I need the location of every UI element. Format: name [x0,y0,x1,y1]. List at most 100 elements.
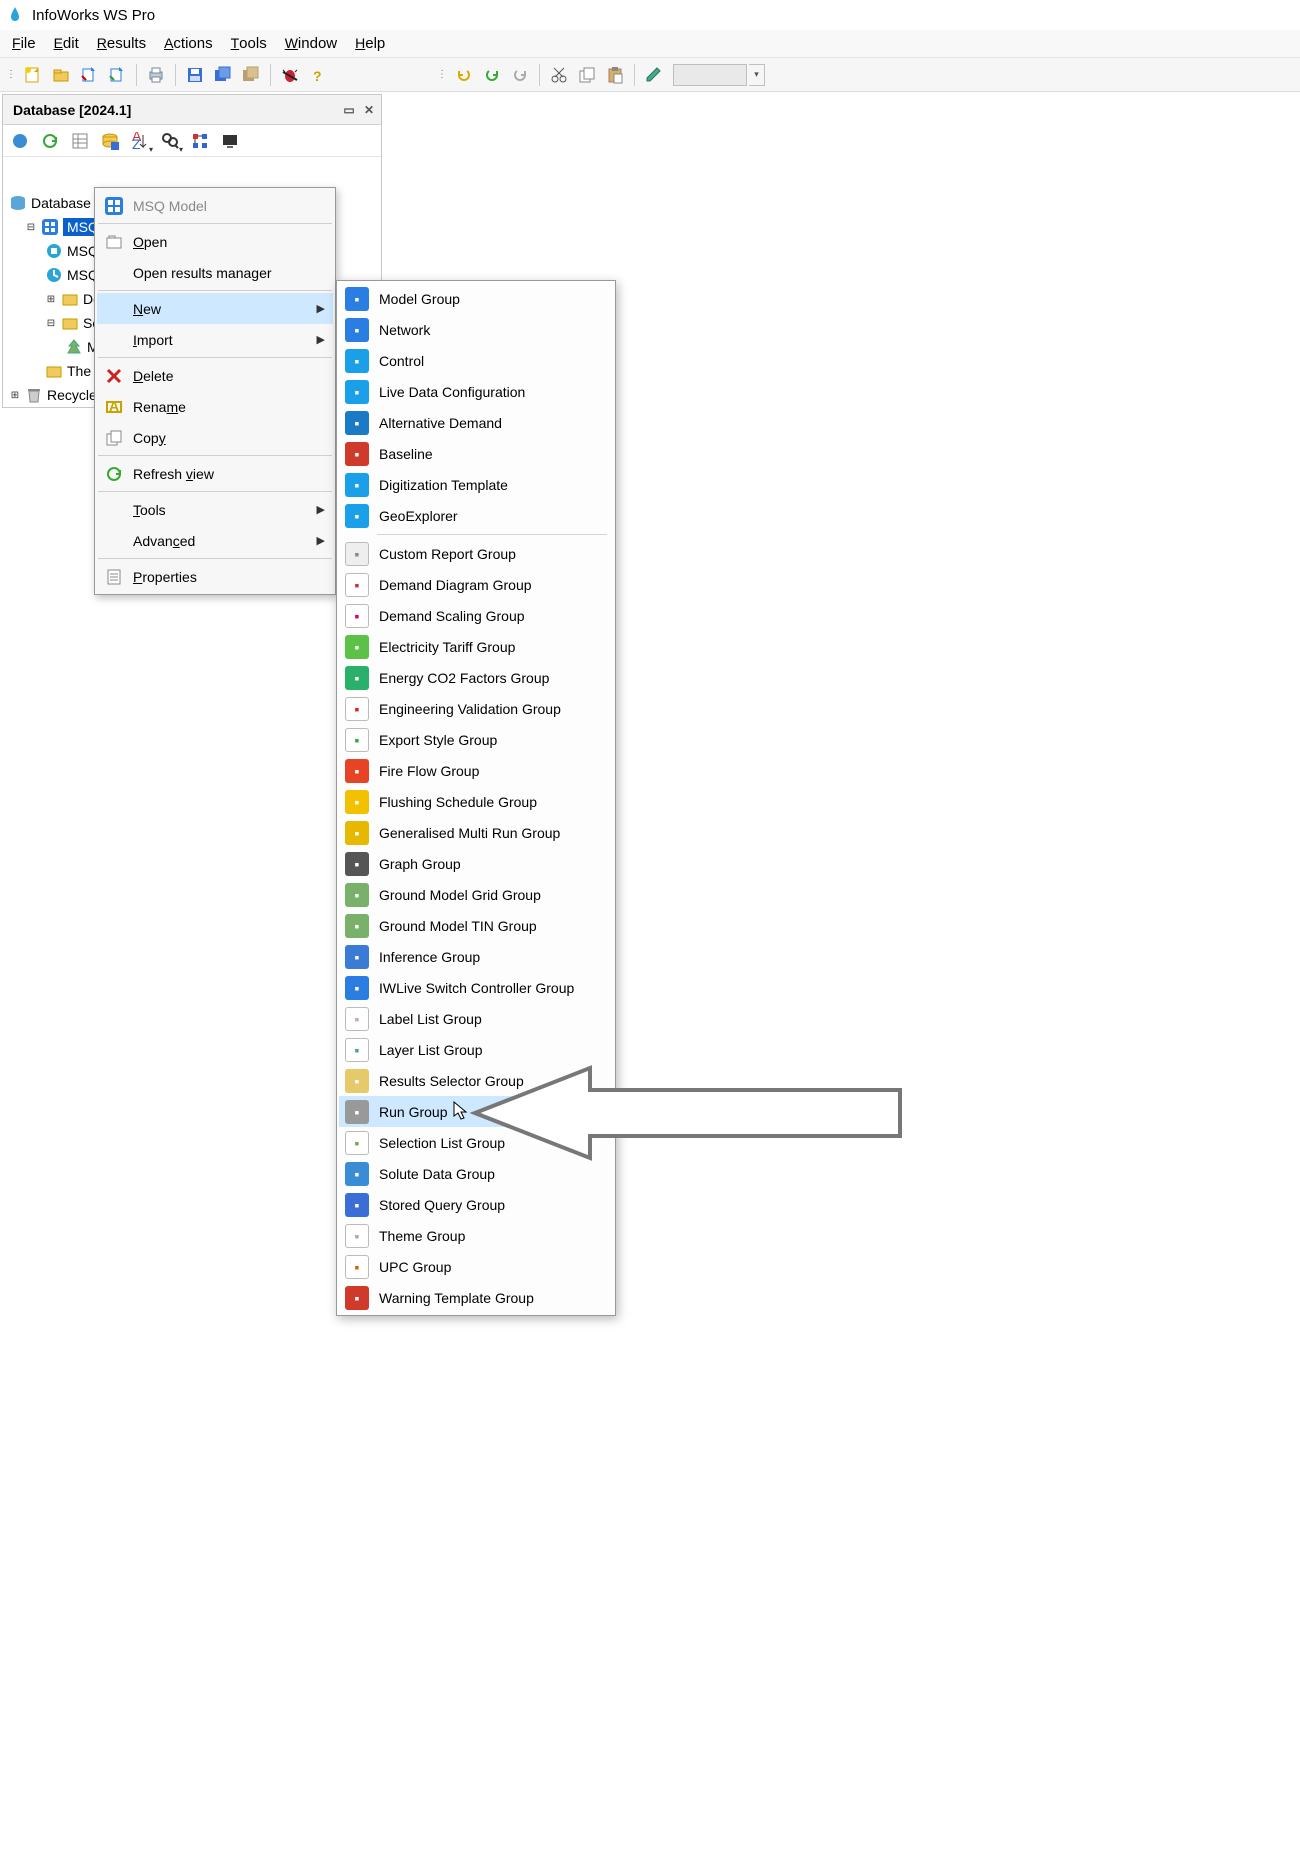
edit-icon[interactable] [641,62,667,88]
ctx-rename[interactable]: AI Rename [97,391,333,422]
ctx-title-label: MSQ Model [133,198,207,214]
ctx-copy[interactable]: Copy [97,422,333,453]
open-db-icon[interactable] [48,62,74,88]
submenu-item-alternative-demand[interactable]: ▪ Alternative Demand [339,407,613,438]
submenu-item-theme-group[interactable]: ▪ Theme Group [339,1220,613,1251]
expand-icon[interactable]: ⊞ [9,390,21,401]
cut-icon[interactable] [546,62,572,88]
submenu-item-label: Ground Model TIN Group [379,918,537,934]
panel-close-icon[interactable]: ✕ [361,102,377,118]
db-tb-sort-icon[interactable]: AZ▾ [127,128,153,154]
submenu-item-ground-model-grid-group[interactable]: ▪ Ground Model Grid Group [339,879,613,910]
submenu-item-label-list-group[interactable]: ▪ Label List Group [339,1003,613,1034]
submenu-item-network[interactable]: ▪ Network [339,314,613,345]
submenu-item-icon: ▪ [345,504,369,528]
submenu-item-model-group[interactable]: ▪ Model Group [339,283,613,314]
db-tb-refresh-icon[interactable] [37,128,63,154]
submenu-item-baseline[interactable]: ▪ Baseline [339,438,613,469]
save-all-icon[interactable] [210,62,236,88]
ctx-delete[interactable]: Delete [97,360,333,391]
submenu-item-live-data-configuration[interactable]: ▪ Live Data Configuration [339,376,613,407]
submenu-item-control[interactable]: ▪ Control [339,345,613,376]
submenu-item-geoexplorer[interactable]: ▪ GeoExplorer [339,500,613,531]
submenu-item-stored-query-group[interactable]: ▪ Stored Query Group [339,1189,613,1220]
ctx-refresh[interactable]: Refresh view [97,458,333,489]
submenu-item-solute-data-group[interactable]: ▪ Solute Data Group [339,1158,613,1189]
submenu-item-icon: ▪ [345,411,369,435]
submenu-item-label: Warning Template Group [379,1290,534,1306]
submenu-item-iwlive-switch-controller-group[interactable]: ▪ IWLive Switch Controller Group [339,972,613,1003]
toolbar-combo-arrow[interactable]: ▾ [749,64,765,86]
new-icon[interactable] [20,62,46,88]
submenu-item-export-style-group[interactable]: ▪ Export Style Group [339,724,613,755]
submenu-item-inference-group[interactable]: ▪ Inference Group [339,941,613,972]
submenu-item-run-group[interactable]: ▪ Run Group [339,1096,613,1127]
toolbar-icon-3[interactable] [76,62,102,88]
submenu-item-demand-diagram-group[interactable]: ▪ Demand Diagram Group [339,569,613,600]
help-icon[interactable]: ? [305,62,331,88]
submenu-item-icon: ▪ [345,945,369,969]
submenu-item-layer-list-group[interactable]: ▪ Layer List Group [339,1034,613,1065]
db-tb-sql-icon[interactable] [97,128,123,154]
menu-tools[interactable]: Tools [223,31,275,56]
toolbar-combo[interactable] [673,64,747,86]
title-bar: InfoWorks WS Pro [0,0,1300,30]
delete-icon [103,365,125,387]
print-icon[interactable] [143,62,169,88]
paste-icon[interactable] [602,62,628,88]
menu-edit[interactable]: Edit [46,31,87,56]
submenu-item-flushing-schedule-group[interactable]: ▪ Flushing Schedule Group [339,786,613,817]
panel-restore-icon[interactable]: ▭ [341,102,357,118]
ctx-open-results[interactable]: Open results manager [97,257,333,288]
ctx-import[interactable]: Import ▶ [97,324,333,355]
expand-icon[interactable]: ⊟ [45,318,57,329]
db-tb-find-icon[interactable]: ▾ [157,128,183,154]
submenu-item-digitization-template[interactable]: ▪ Digitization Template [339,469,613,500]
menu-file[interactable]: File [4,31,44,56]
submenu-item-electricity-tariff-group[interactable]: ▪ Electricity Tariff Group [339,631,613,662]
db-tb-grid-icon[interactable] [67,128,93,154]
submenu-item-results-selector-group[interactable]: ▪ Results Selector Group [339,1065,613,1096]
submenu-item-label: Demand Scaling Group [379,608,525,624]
submenu-item-ground-model-tin-group[interactable]: ▪ Ground Model TIN Group [339,910,613,941]
submenu-item-label: Network [379,322,430,338]
main-toolbar: ⋮ ? ⋮ ▾ [0,58,1300,92]
db-tb-home-icon[interactable] [7,128,33,154]
ctx-tools[interactable]: Tools ▶ [97,494,333,525]
submenu-item-icon: ▪ [345,1038,369,1062]
toolbar-icon-4[interactable] [104,62,130,88]
redo-icon[interactable] [479,62,505,88]
submenu-item-label: Fire Flow Group [379,763,479,779]
undo-icon[interactable] [451,62,477,88]
expand-icon[interactable]: ⊞ [45,294,57,305]
submenu-item-selection-list-group[interactable]: ▪ Selection List Group [339,1127,613,1158]
menu-results[interactable]: Results [89,31,154,56]
submenu-item-custom-report-group[interactable]: ▪ Custom Report Group [339,538,613,569]
menu-window[interactable]: Window [277,31,345,56]
submenu-item-label: Live Data Configuration [379,384,525,400]
submenu-item-icon: ▪ [345,790,369,814]
submenu-item-generalised-multi-run-group[interactable]: ▪ Generalised Multi Run Group [339,817,613,848]
copy-icon[interactable] [574,62,600,88]
menu-help[interactable]: Help [347,31,393,56]
submenu-item-icon: ▪ [345,1193,369,1217]
save-icon[interactable] [182,62,208,88]
submenu-item-warning-template-group[interactable]: ▪ Warning Template Group [339,1282,613,1313]
ctx-advanced[interactable]: Advanced ▶ [97,525,333,556]
ctx-open[interactable]: Open [97,226,333,257]
submenu-item-energy-co2-factors-group[interactable]: ▪ Energy CO2 Factors Group [339,662,613,693]
redo-step-icon[interactable] [507,62,533,88]
menu-actions[interactable]: Actions [156,31,221,56]
submenu-item-demand-scaling-group[interactable]: ▪ Demand Scaling Group [339,600,613,631]
submenu-item-fire-flow-group[interactable]: ▪ Fire Flow Group [339,755,613,786]
db-tb-monitor-icon[interactable] [217,128,243,154]
submenu-item-upc-group[interactable]: ▪ UPC Group [339,1251,613,1282]
db-tb-tree-icon[interactable] [187,128,213,154]
toolbar-icon-8[interactable] [238,62,264,88]
expand-icon[interactable]: ⊟ [25,222,37,233]
submenu-item-graph-group[interactable]: ▪ Graph Group [339,848,613,879]
ctx-new[interactable]: New ▶ [97,293,333,324]
ctx-properties[interactable]: Properties [97,561,333,592]
bug-icon[interactable] [277,62,303,88]
submenu-item-engineering-validation-group[interactable]: ▪ Engineering Validation Group [339,693,613,724]
